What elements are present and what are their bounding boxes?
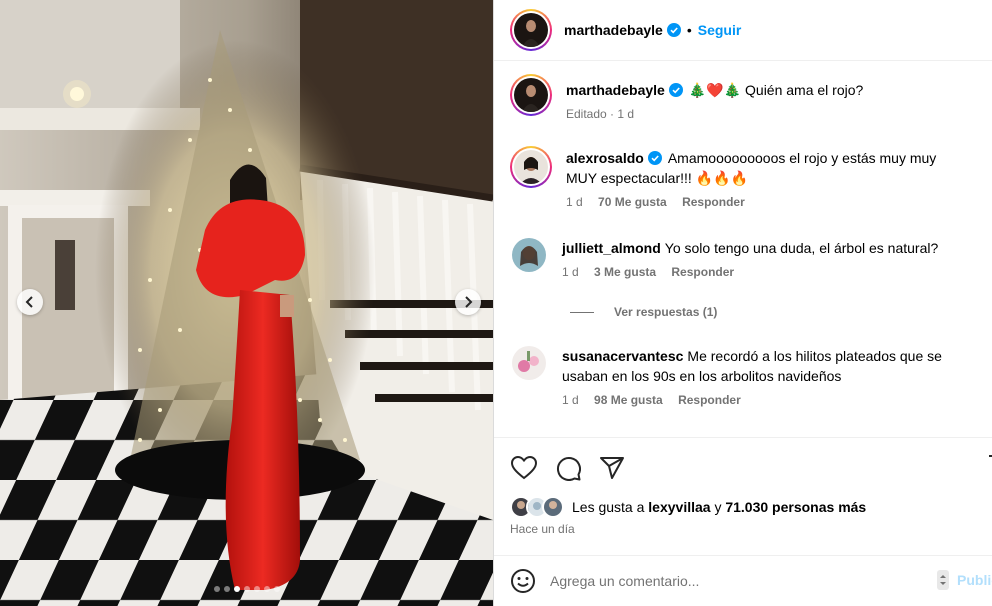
action-icons [510,454,626,482]
caption-username[interactable]: marthadebayle [566,82,665,98]
carousel-dot [213,586,220,592]
carousel-dot [243,586,250,592]
comments-list[interactable]: marthadebayle 🎄❤️🎄 Quién ama el rojo? Edi… [494,62,992,437]
carousel-dot [253,586,260,592]
carousel-dot [273,586,280,592]
post-photo [0,0,493,606]
caption-meta: Editado · 1 d [566,107,635,121]
caption-avatar-image [514,78,548,112]
carousel-dot [263,586,270,592]
carousel-prev-button[interactable] [17,289,43,315]
comment-time: 1 d [566,195,583,209]
comment-item: susanacervantesc Me recordó a los hilitos… [510,346,970,407]
comment-username[interactable]: alexrosaldo [566,150,644,166]
publish-button[interactable]: Publicar [957,572,992,588]
post-time: Hace un día [510,522,575,536]
commenter-avatar[interactable] [512,346,546,380]
reply-button[interactable]: Responder [678,393,741,407]
header-separator: • [686,22,692,38]
author-avatar[interactable] [510,9,552,51]
comment-likes[interactable]: 70 Me gusta [598,195,667,209]
carousel-dots [0,586,493,592]
comment-username[interactable]: julliett_almond [562,240,661,256]
add-comment-bar: Agrega un comentario... Publicar [494,555,992,606]
comment-likes[interactable]: 98 Me gusta [594,393,663,407]
commenter-avatar[interactable] [512,238,546,272]
comment-time: 1 d [562,265,579,279]
paper-plane-icon [600,457,624,479]
comment-likes[interactable]: 3 Me gusta [594,265,656,279]
caption-avatar[interactable] [510,74,552,116]
commenter-avatar-image [514,150,548,184]
comment-username[interactable]: susanacervantesc [562,348,683,364]
post-caption: marthadebayle 🎄❤️🎄 Quién ama el rojo? Edi… [510,74,980,121]
comment-item: julliett_almond Yo solo tengo una duda, e… [510,238,970,279]
heart-icon [511,456,537,480]
commenter-avatar-image [512,346,546,380]
sort-arrows-icon [937,570,949,590]
likes-user[interactable]: lexyvillaa [648,499,710,515]
comment-bubble-icon [557,457,581,481]
comment-input[interactable]: Agrega un comentario... [550,573,699,589]
bookmark-icon [989,455,992,457]
commenter-avatar[interactable] [510,146,552,188]
view-replies-divider [570,311,594,313]
verified-badge-icon [666,23,681,37]
comment-text: Yo solo tengo una duda, el árbol es natu… [664,240,939,256]
author-avatar-image [514,13,548,47]
verified-badge-icon [647,151,662,165]
save-button[interactable] [987,454,992,485]
post-side-panel: marthadebayle • Seguir marthadebayle 🎄❤️… [493,0,992,606]
commenter-avatar-image [512,238,546,272]
follow-button[interactable]: Seguir [698,22,742,38]
comment-item: alexrosaldo Amamooooooooos el rojo y está… [510,146,970,209]
liker-avatars [510,496,564,518]
carousel-dot [223,586,230,592]
carousel-next-button[interactable] [455,289,481,315]
likes-summary[interactable]: Les gusta a lexyvillaa y 71.030 personas… [510,496,866,518]
liker-avatar [542,496,564,518]
share-button[interactable] [598,454,626,482]
chevron-right-icon [465,296,473,308]
post-header: marthadebayle • Seguir [494,0,992,61]
comment-button[interactable] [554,454,582,482]
likes-others[interactable]: 71.030 personas más [725,499,866,515]
likes-prefix: Les gusta a [572,499,645,515]
like-button[interactable] [510,454,538,482]
reply-button[interactable]: Responder [682,195,745,209]
smiley-icon[interactable] [510,568,536,594]
carousel-dot [233,586,240,592]
author-username[interactable]: marthadebayle [564,22,663,38]
post-media[interactable] [0,0,493,606]
reply-button[interactable]: Responder [671,265,734,279]
view-replies-button[interactable]: Ver respuestas (1) [570,305,717,319]
view-replies-label: Ver respuestas (1) [614,305,718,319]
chevron-left-icon [25,296,33,308]
caption-text: 🎄❤️🎄 Quién ama el rojo? [688,82,864,98]
comment-time: 1 d [562,393,579,407]
likes-connector: y [714,499,722,515]
post-actions: Les gusta a lexyvillaa y 71.030 personas… [494,437,992,555]
verified-badge-icon [668,83,683,97]
